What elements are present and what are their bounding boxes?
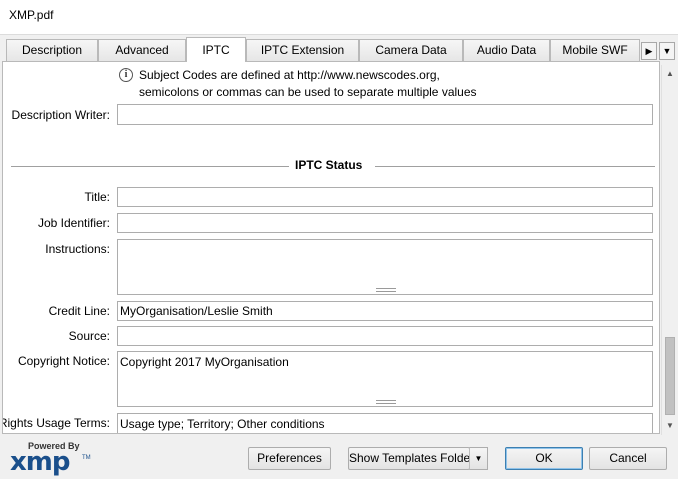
chevron-down-icon: ▼: [474, 454, 483, 463]
copyright-notice-textarea[interactable]: Copyright 2017 MyOrganisation: [117, 351, 653, 407]
info-icon: i: [119, 68, 133, 82]
resize-grip-icon[interactable]: [376, 288, 396, 292]
rights-usage-terms-label: Rights Usage Terms:: [2, 416, 110, 430]
xmp-logo: Powered By xmp TM: [10, 441, 91, 477]
iptc-status-section: IPTC Status: [11, 158, 655, 174]
copyright-notice-text: Copyright 2017 MyOrganisation: [120, 355, 289, 369]
tabs-menu-button[interactable]: ▼: [659, 42, 675, 60]
instructions-label: Instructions:: [45, 242, 110, 256]
dialog-footer: Powered By xmp TM Preferences Show Templ…: [0, 435, 678, 479]
credit-line-input[interactable]: MyOrganisation/Leslie Smith: [117, 301, 653, 321]
tab-camera-data[interactable]: Camera Data: [359, 39, 463, 61]
ok-button[interactable]: OK: [505, 447, 583, 470]
tab-bar: Description Advanced IPTC IPTC Extension…: [6, 37, 678, 62]
templates-menu-button[interactable]: ▼: [469, 447, 488, 470]
copyright-notice-label: Copyright Notice:: [17, 354, 110, 368]
tab-iptc[interactable]: IPTC: [186, 37, 246, 62]
trademark-mark: TM: [82, 455, 91, 461]
scrollbar-thumb[interactable]: [665, 337, 675, 415]
tab-description[interactable]: Description: [6, 39, 98, 61]
xmp-wordmark: xmp: [10, 447, 70, 477]
title-bar: XMP.pdf: [0, 0, 678, 34]
title-label: Title:: [84, 190, 110, 204]
tab-advanced[interactable]: Advanced: [98, 39, 186, 61]
info-line-1: Subject Codes are defined at http://www.…: [139, 68, 440, 82]
cancel-button[interactable]: Cancel: [589, 447, 667, 470]
section-divider-left: [11, 166, 289, 167]
source-label: Source:: [68, 329, 110, 343]
job-identifier-label: Job Identifier:: [37, 216, 110, 230]
vertical-scrollbar[interactable]: ▲ ▼: [661, 65, 677, 435]
description-writer-label: Description Writer:: [11, 108, 110, 122]
triangle-down-icon: ▼: [662, 46, 672, 56]
triangle-right-icon: ▶: [645, 46, 653, 56]
window-title: XMP.pdf: [9, 8, 54, 22]
scroll-up-arrow-icon[interactable]: ▲: [662, 65, 678, 82]
job-identifier-input[interactable]: [117, 213, 653, 233]
tabs-scroll-right-button[interactable]: ▶: [641, 42, 657, 60]
instructions-textarea[interactable]: [117, 239, 653, 295]
section-divider-right: [375, 166, 655, 167]
show-templates-folder-button[interactable]: Show Templates Folder: [348, 447, 474, 470]
tab-mobile-swf[interactable]: Mobile SWF: [550, 39, 640, 61]
source-input[interactable]: [117, 326, 653, 346]
scroll-down-arrow-icon[interactable]: ▼: [662, 417, 678, 434]
rights-usage-terms-textarea[interactable]: Usage type; Territory; Other conditions: [117, 413, 653, 433]
title-input[interactable]: [117, 187, 653, 207]
preferences-button[interactable]: Preferences: [248, 447, 331, 470]
tab-audio-data[interactable]: Audio Data: [463, 39, 550, 61]
credit-line-label: Credit Line:: [48, 304, 110, 318]
info-line-2: semicolons or commas can be used to sepa…: [139, 85, 477, 99]
tab-iptc-extension[interactable]: IPTC Extension: [246, 39, 359, 61]
dialog: Description Advanced IPTC IPTC Extension…: [0, 34, 678, 479]
iptc-panel: i Subject Codes are defined at http://ww…: [2, 61, 660, 434]
description-writer-input[interactable]: [117, 104, 653, 125]
section-title: IPTC Status: [295, 158, 363, 172]
resize-grip-icon[interactable]: [376, 400, 396, 404]
rights-usage-terms-text: Usage type; Territory; Other conditions: [120, 417, 325, 431]
